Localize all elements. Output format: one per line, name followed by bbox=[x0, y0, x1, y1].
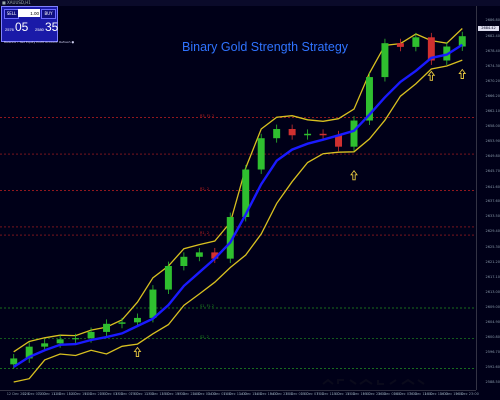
price-tick-label: 2625.30 bbox=[485, 244, 500, 249]
price-tick-label: 2674.30 bbox=[485, 64, 500, 68]
pivot-level-label: S2, 2 bbox=[200, 334, 209, 339]
price-tick-label: 2600.80 bbox=[485, 334, 500, 339]
price-tick-label: 2645.70 bbox=[485, 169, 500, 174]
candle-body bbox=[87, 331, 95, 339]
buy-signal-arrow-icon bbox=[350, 170, 358, 181]
buy-button[interactable]: BUY bbox=[41, 9, 56, 19]
price-chart-area[interactable] bbox=[0, 6, 476, 390]
ask-price-small: 2580 bbox=[35, 27, 44, 32]
price-tick-label: 2596.70 bbox=[485, 349, 500, 354]
buy-signal-arrow-icon bbox=[427, 70, 436, 81]
price-tick-label: 2604.90 bbox=[485, 319, 500, 324]
watermark-logo bbox=[320, 378, 428, 386]
price-tick-label: 2592.60 bbox=[485, 364, 500, 369]
candle-body bbox=[381, 43, 389, 78]
last-price-marker: 2684.42 bbox=[478, 26, 499, 32]
mt4-chart-window: ■ XAUUSD,H1 2686.80 2682.40 2678.40 2674.30… bbox=[0, 0, 500, 400]
buy-signal-arrow-icon bbox=[133, 346, 142, 357]
bid-price-big[interactable]: 05 bbox=[15, 20, 28, 34]
price-tick-label: 2613.00 bbox=[485, 289, 500, 294]
candle-body bbox=[164, 265, 172, 290]
price-tick-label: 2633.50 bbox=[485, 214, 500, 219]
price-tick-label: 2637.60 bbox=[485, 199, 500, 204]
price-tick-label: 2588.50 bbox=[485, 380, 500, 384]
candle-body bbox=[257, 138, 265, 170]
candle-body bbox=[149, 289, 157, 318]
candle-body bbox=[72, 338, 80, 340]
candle-body bbox=[10, 358, 18, 365]
price-scale[interactable]: 2686.80 2682.40 2678.40 2674.30 2670.20 2666.… bbox=[476, 6, 500, 390]
price-tick-label: 2621.20 bbox=[485, 259, 500, 264]
price-tick-label: 2658.00 bbox=[485, 124, 500, 129]
time-tick-label: 16 Dec 23:00 bbox=[455, 392, 479, 396]
pivot-level-label: R1, 2 bbox=[200, 231, 210, 236]
candle-body bbox=[195, 252, 203, 257]
candle-body bbox=[412, 37, 420, 47]
chart-title: Binary Gold Strength Strategy bbox=[182, 40, 349, 54]
buy-signal-arrow-icon bbox=[458, 68, 467, 79]
candle-body bbox=[350, 120, 358, 147]
price-tick-label: 2686.80 bbox=[485, 18, 500, 22]
candle-body bbox=[56, 339, 64, 344]
price-tick-label: 2670.20 bbox=[485, 79, 500, 84]
pivot-level-label: R3, FL 2 bbox=[200, 113, 215, 118]
price-tick-label: 2617.10 bbox=[485, 274, 500, 279]
price-tick-label: 2609.00 bbox=[485, 304, 500, 309]
candle-body bbox=[396, 43, 404, 47]
price-tick-label: 2678.40 bbox=[485, 48, 500, 53]
candle-body bbox=[304, 133, 312, 136]
one-click-trading-panel: SELL BUY 2576 05 2580 35 Balance • Net E… bbox=[1, 6, 74, 44]
price-tick-label: 2641.60 bbox=[485, 184, 500, 189]
ask-price-big[interactable]: 35 bbox=[45, 20, 58, 34]
price-tick-label: 2666.20 bbox=[485, 93, 500, 98]
candle-body bbox=[273, 129, 281, 139]
candle-body bbox=[319, 133, 327, 136]
pivot-level-label: R2, 2 bbox=[200, 186, 210, 191]
time-scale[interactable]: 12 Dec 2020 12 Dec 07:00 12 Dec 11:00 12 De… bbox=[0, 390, 479, 400]
price-tick-label: 2653.90 bbox=[485, 139, 500, 144]
candle-body bbox=[118, 322, 126, 324]
account-info-line: Balance • Net Equity Profit Account: Ref… bbox=[4, 40, 75, 44]
sell-button[interactable]: SELL bbox=[4, 9, 19, 19]
price-tick-label: 2649.80 bbox=[485, 154, 500, 159]
pivot-level-label: S1, FL 2 bbox=[200, 304, 214, 308]
price-tick-label: 2629.40 bbox=[485, 229, 500, 234]
candle-body bbox=[180, 256, 188, 266]
lot-size-input[interactable] bbox=[18, 9, 40, 17]
bid-price-small: 2576 bbox=[5, 27, 14, 32]
upper-band-line bbox=[13, 28, 463, 353]
price-tick-label: 2682.40 bbox=[485, 34, 500, 39]
moving-average-line bbox=[13, 43, 463, 368]
candle-body bbox=[41, 343, 49, 347]
candle-body bbox=[133, 317, 141, 323]
candle-body bbox=[288, 129, 296, 136]
candle-body bbox=[103, 323, 111, 332]
price-tick-label: 2662.10 bbox=[485, 109, 500, 113]
